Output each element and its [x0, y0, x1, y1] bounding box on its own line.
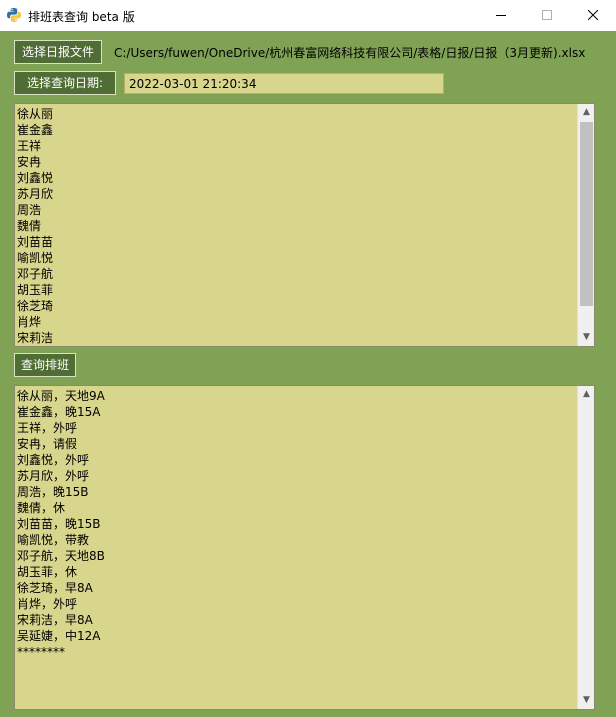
list-item: 胡玉菲 [17, 283, 54, 297]
scroll-down-arrow-icon[interactable]: ▼ [578, 692, 594, 709]
list-item: 周浩 [17, 203, 42, 217]
choose-date-button[interactable]: 选择查询日期: [14, 71, 116, 95]
scroll-up-arrow-icon[interactable]: ▲ [578, 104, 594, 121]
close-icon [588, 10, 598, 20]
results-textbox[interactable]: 徐从丽，天地9A 崔金鑫，晚15A 王祥，外呼安冉，请假刘鑫悦，外呼 苏月欣，外呼 周浩… [14, 385, 595, 710]
result-line: 刘苗苗，晚15B [17, 517, 101, 531]
list-item: 徐芝琦 [17, 299, 54, 313]
result-line: 周浩，晚15B [17, 485, 89, 499]
choose-file-button[interactable]: 选择日报文件 [14, 40, 102, 64]
names-scrollbar[interactable]: ▲ ▼ [577, 104, 594, 346]
result-line: 徐芝琦，早8A [17, 581, 93, 595]
result-line: 吴延婕，中12A [17, 629, 101, 643]
results-scrollbar[interactable]: ▲ ▼ [577, 386, 594, 709]
main-panel: 选择日报文件 C:/Users/fuwen/OneDrive/杭州春富网络科技有… [0, 31, 616, 717]
result-line: 崔金鑫，晚15A [17, 405, 101, 419]
date-input[interactable] [124, 73, 444, 94]
list-item: 邓子航 [17, 267, 54, 281]
query-schedule-button[interactable]: 查询排班 [14, 353, 76, 377]
file-path-label: C:/Users/fuwen/OneDrive/杭州春富网络科技有限公司/表格/… [114, 46, 586, 60]
list-item: 喻凯悦 [17, 251, 54, 265]
result-line: 刘鑫悦，外呼 [17, 453, 90, 467]
maximize-button[interactable] [524, 0, 570, 31]
minimize-icon [496, 15, 506, 16]
results-list: 徐从丽，天地9A 崔金鑫，晚15A 王祥，外呼安冉，请假刘鑫悦，外呼 苏月欣，外呼 周浩… [17, 388, 576, 660]
list-item: 刘鑫悦 [17, 171, 54, 185]
result-line: 苏月欣，外呼 [17, 469, 90, 483]
names-listbox[interactable]: 徐从丽崔金鑫王祥安冉刘鑫悦苏月欣周浩魏倩刘苗苗喻凯悦邓子航胡玉菲徐芝琦肖烨宋莉洁… [14, 103, 595, 347]
result-line: 徐从丽，天地9A [17, 389, 105, 403]
result-line: 肖烨，外呼 [17, 597, 78, 611]
result-line: 魏倩，休 [17, 501, 66, 515]
list-item: 徐从丽 [17, 107, 54, 121]
python-icon [6, 7, 22, 23]
result-line: 王祥，外呼 [17, 421, 78, 435]
list-item: 王祥 [17, 139, 42, 153]
list-item: 宋莉洁 [17, 331, 54, 345]
scroll-down-arrow-icon[interactable]: ▼ [578, 329, 594, 346]
list-item: 肖烨 [17, 315, 42, 329]
result-line: 喻凯悦，带教 [17, 533, 90, 547]
minimize-button[interactable] [478, 0, 524, 31]
result-line: 安冉，请假 [17, 437, 78, 451]
result-line: 宋莉洁，早8A [17, 613, 93, 627]
maximize-icon [542, 10, 552, 20]
close-button[interactable] [570, 0, 616, 31]
result-line: 邓子航，天地8B [17, 549, 105, 563]
list-item: 苏月欣 [17, 187, 54, 201]
list-item: 安冉 [17, 155, 42, 169]
list-item: 刘苗苗 [17, 235, 54, 249]
scroll-up-arrow-icon[interactable]: ▲ [578, 386, 594, 403]
list-item: 魏倩 [17, 219, 42, 233]
names-list: 徐从丽崔金鑫王祥安冉刘鑫悦苏月欣周浩魏倩刘苗苗喻凯悦邓子航胡玉菲徐芝琦肖烨宋莉洁 [17, 106, 576, 346]
result-line: 胡玉菲，休 [17, 565, 78, 579]
window-title: 排班表查询 beta 版 [28, 10, 135, 24]
result-line: ******** [17, 645, 65, 659]
scrollbar-thumb[interactable] [580, 122, 593, 306]
list-item: 崔金鑫 [17, 123, 54, 137]
title-bar: 排班表查询 beta 版 [0, 0, 616, 31]
